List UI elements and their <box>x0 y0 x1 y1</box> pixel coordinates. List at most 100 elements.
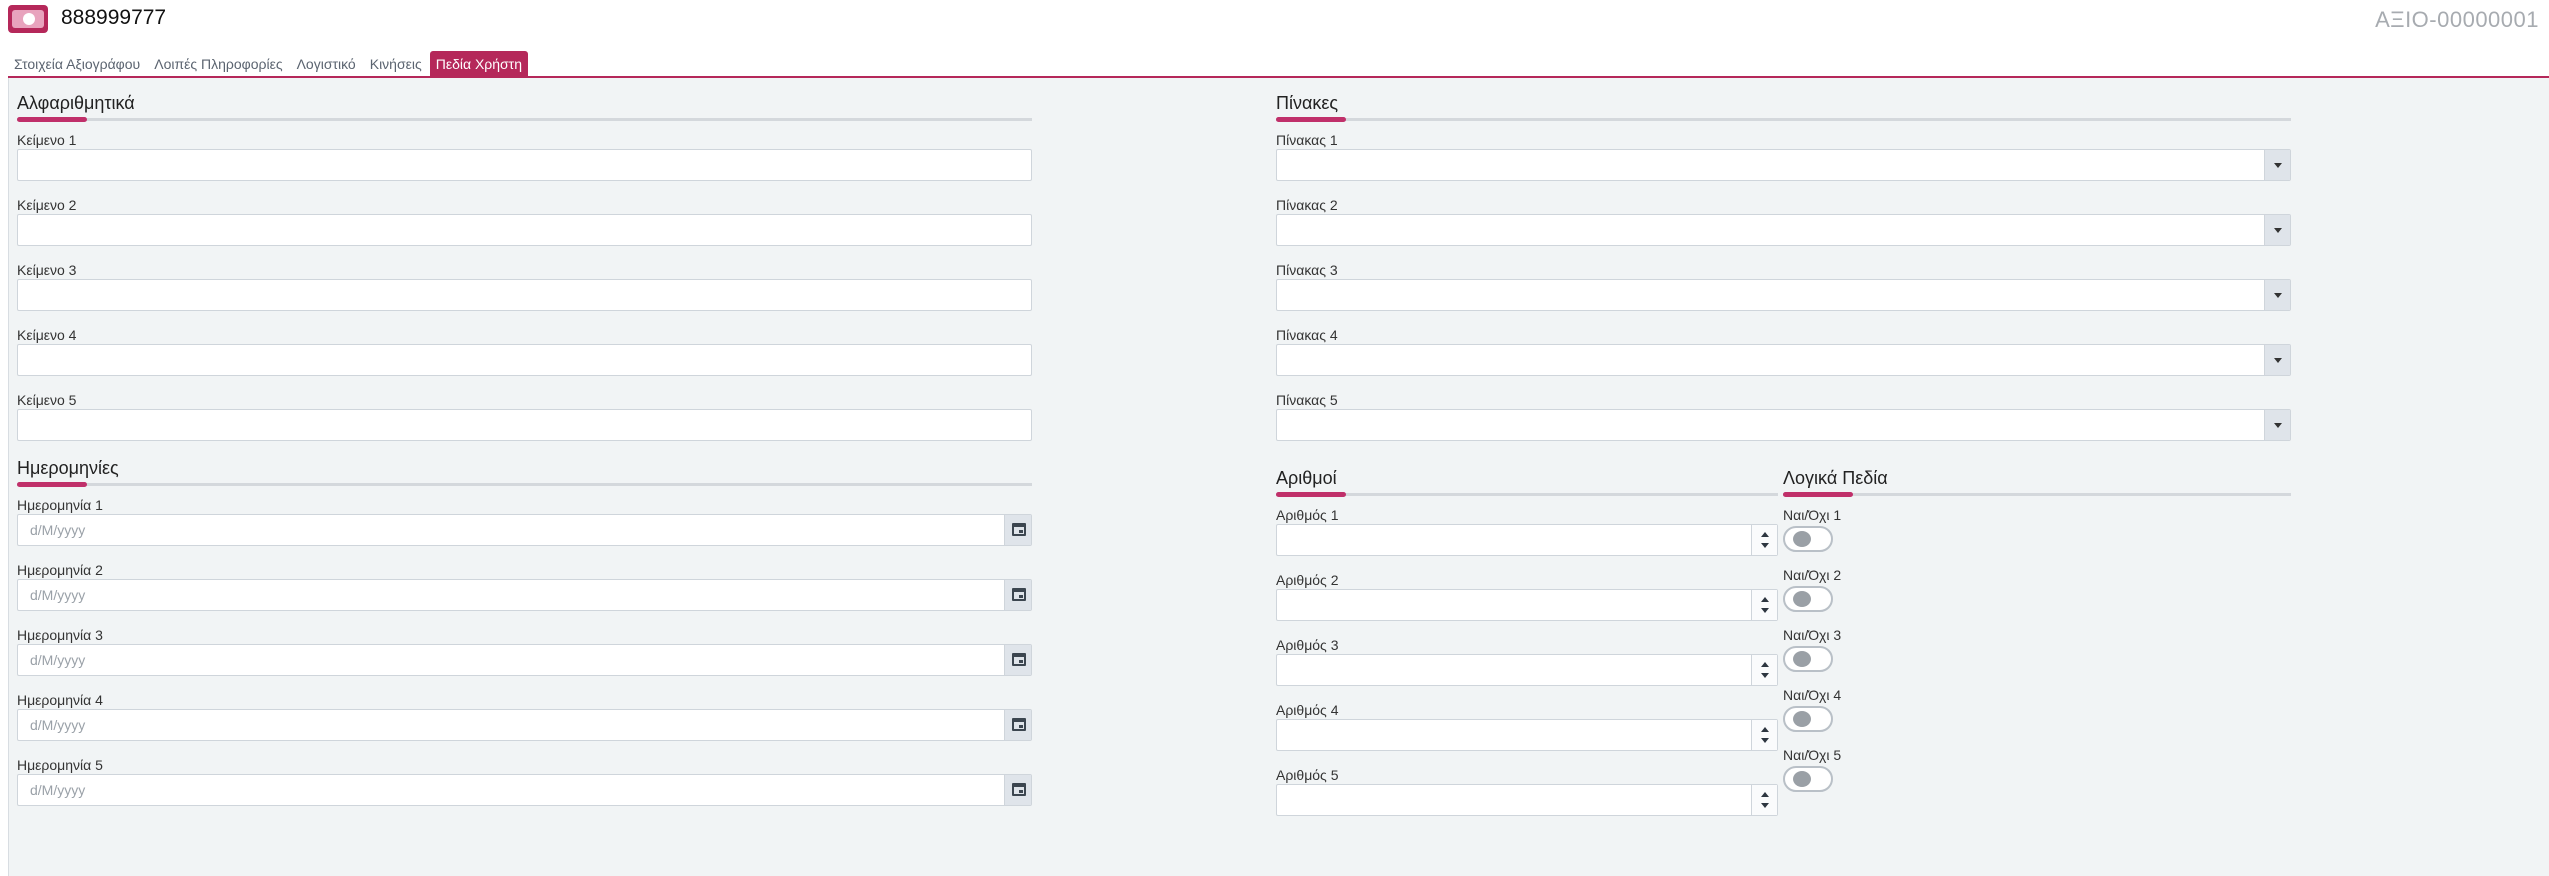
field-label: Πίνακας 4 <box>1276 327 1338 343</box>
date-placeholder: d/M/yyyy <box>30 782 86 798</box>
field-label: Ημερομηνία 3 <box>17 627 103 643</box>
tab-movements[interactable]: Κινήσεις <box>364 52 428 76</box>
field-label: Αριθμός 5 <box>1276 767 1339 783</box>
text-field-3: Κείμενο 3 <box>17 262 1032 311</box>
spin-up-icon[interactable] <box>1761 532 1769 537</box>
spin-up-icon[interactable] <box>1761 597 1769 602</box>
table-field-4: Πίνακας 4 <box>1276 327 2291 376</box>
text-input-1[interactable] <box>17 149 1032 181</box>
dropdown-button[interactable] <box>2264 345 2290 375</box>
spin-up-icon[interactable] <box>1761 662 1769 667</box>
boolean-field-1: Ναι/Όχι 1 <box>1783 507 2291 567</box>
dropdown-button[interactable] <box>2264 280 2290 310</box>
spin-down-icon[interactable] <box>1761 803 1769 808</box>
record-title: 888999777 <box>61 6 167 29</box>
calendar-button[interactable] <box>1004 645 1031 675</box>
number-field-3: Αριθμός 3 <box>1276 637 1778 686</box>
number-field-5: Αριθμός 5 <box>1276 767 1778 816</box>
text-input-2[interactable] <box>17 214 1032 246</box>
text-input-5[interactable] <box>17 409 1032 441</box>
spin-down-icon[interactable] <box>1761 543 1769 548</box>
tab-bar: Στοιχεία Αξιογράφου Λοιπές Πληροφορίες Λ… <box>8 50 530 76</box>
date-input-2[interactable]: d/M/yyyy <box>17 579 1032 611</box>
table-select-1[interactable] <box>1276 149 2291 181</box>
calendar-icon <box>1012 588 1026 601</box>
date-input-1[interactable]: d/M/yyyy <box>17 514 1032 546</box>
number-spinner[interactable] <box>1751 655 1777 685</box>
calendar-icon <box>1012 783 1026 796</box>
toggle-switch-2[interactable] <box>1783 586 1833 612</box>
date-input-3[interactable]: d/M/yyyy <box>17 644 1032 676</box>
table-select-4[interactable] <box>1276 344 2291 376</box>
toggle-switch-3[interactable] <box>1783 646 1833 672</box>
number-spinner[interactable] <box>1751 720 1777 750</box>
table-select-3[interactable] <box>1276 279 2291 311</box>
field-label: Κείμενο 5 <box>17 392 77 408</box>
boolean-field-2: Ναι/Όχι 2 <box>1783 567 2291 627</box>
section-title-alphanumeric: Αλφαριθμητικά <box>17 93 135 113</box>
calendar-button[interactable] <box>1004 515 1031 545</box>
dropdown-button[interactable] <box>2264 150 2290 180</box>
number-spinner[interactable] <box>1751 590 1777 620</box>
dropdown-button[interactable] <box>2264 410 2290 440</box>
tab-security-details[interactable]: Στοιχεία Αξιογράφου <box>8 52 146 76</box>
text-field-5: Κείμενο 5 <box>17 392 1032 441</box>
date-input-5[interactable]: d/M/yyyy <box>17 774 1032 806</box>
caret-down-icon <box>2273 162 2282 168</box>
number-field-2: Αριθμός 2 <box>1276 572 1778 621</box>
calendar-button[interactable] <box>1004 580 1031 610</box>
text-input-3[interactable] <box>17 279 1032 311</box>
section-title-dates: Ημερομηνίες <box>17 458 119 478</box>
toggle-switch-1[interactable] <box>1783 526 1833 552</box>
table-select-2[interactable] <box>1276 214 2291 246</box>
date-input-4[interactable]: d/M/yyyy <box>17 709 1032 741</box>
date-field-1: Ημερομηνία 1 d/M/yyyy <box>17 497 1032 546</box>
spin-up-icon[interactable] <box>1761 792 1769 797</box>
spin-down-icon[interactable] <box>1761 608 1769 613</box>
dates-section: Ημερομηνίες Ημερομηνία 1 d/M/yyyy Ημερομ… <box>17 455 1032 822</box>
tab-other-info[interactable]: Λοιπές Πληροφορίες <box>148 52 288 76</box>
text-field-2: Κείμενο 2 <box>17 197 1032 246</box>
document-code: ΑΞΙΟ-00000001 <box>2375 7 2539 32</box>
field-label: Κείμενο 4 <box>17 327 77 343</box>
field-label: Αριθμός 2 <box>1276 572 1339 588</box>
field-label: Ναι/Όχι 1 <box>1783 507 1842 523</box>
field-label: Πίνακας 2 <box>1276 197 1338 213</box>
number-spinner[interactable] <box>1751 525 1777 555</box>
calendar-button[interactable] <box>1004 775 1031 805</box>
spin-up-icon[interactable] <box>1761 727 1769 732</box>
section-divider <box>17 482 1032 487</box>
section-title-tables: Πίνακες <box>1276 93 1339 113</box>
number-input-3[interactable] <box>1276 654 1778 686</box>
toggle-knob <box>1793 591 1811 607</box>
section-divider <box>17 117 1032 122</box>
number-input-1[interactable] <box>1276 524 1778 556</box>
number-input-2[interactable] <box>1276 589 1778 621</box>
tab-user-fields[interactable]: Πεδία Χρήστη <box>429 51 529 76</box>
field-label: Ημερομηνία 5 <box>17 757 103 773</box>
boolean-field-4: Ναι/Όχι 4 <box>1783 687 2291 747</box>
date-placeholder: d/M/yyyy <box>30 522 86 538</box>
text-input-4[interactable] <box>17 344 1032 376</box>
tab-accounting[interactable]: Λογιστικό <box>291 52 362 76</box>
dropdown-button[interactable] <box>2264 215 2290 245</box>
table-field-5: Πίνακας 5 <box>1276 392 2291 441</box>
table-select-5[interactable] <box>1276 409 2291 441</box>
number-input-4[interactable] <box>1276 719 1778 751</box>
field-label: Πίνακας 5 <box>1276 392 1338 408</box>
number-field-1: Αριθμός 1 <box>1276 507 1778 556</box>
field-label: Ναι/Όχι 5 <box>1783 747 1842 763</box>
calendar-button[interactable] <box>1004 710 1031 740</box>
spin-down-icon[interactable] <box>1761 738 1769 743</box>
number-spinner[interactable] <box>1751 785 1777 815</box>
toggle-knob <box>1793 711 1811 727</box>
field-label: Ημερομηνία 1 <box>17 497 103 513</box>
section-divider <box>1276 117 2291 122</box>
number-input-5[interactable] <box>1276 784 1778 816</box>
toggle-switch-4[interactable] <box>1783 706 1833 732</box>
caret-down-icon <box>2273 357 2282 363</box>
spin-down-icon[interactable] <box>1761 673 1769 678</box>
field-label: Ναι/Όχι 3 <box>1783 627 1842 643</box>
numbers-section: Αριθμοί Αριθμός 1 Αριθμός 2 Αριθμός 3 Αρ… <box>1276 465 1778 832</box>
toggle-switch-5[interactable] <box>1783 766 1833 792</box>
